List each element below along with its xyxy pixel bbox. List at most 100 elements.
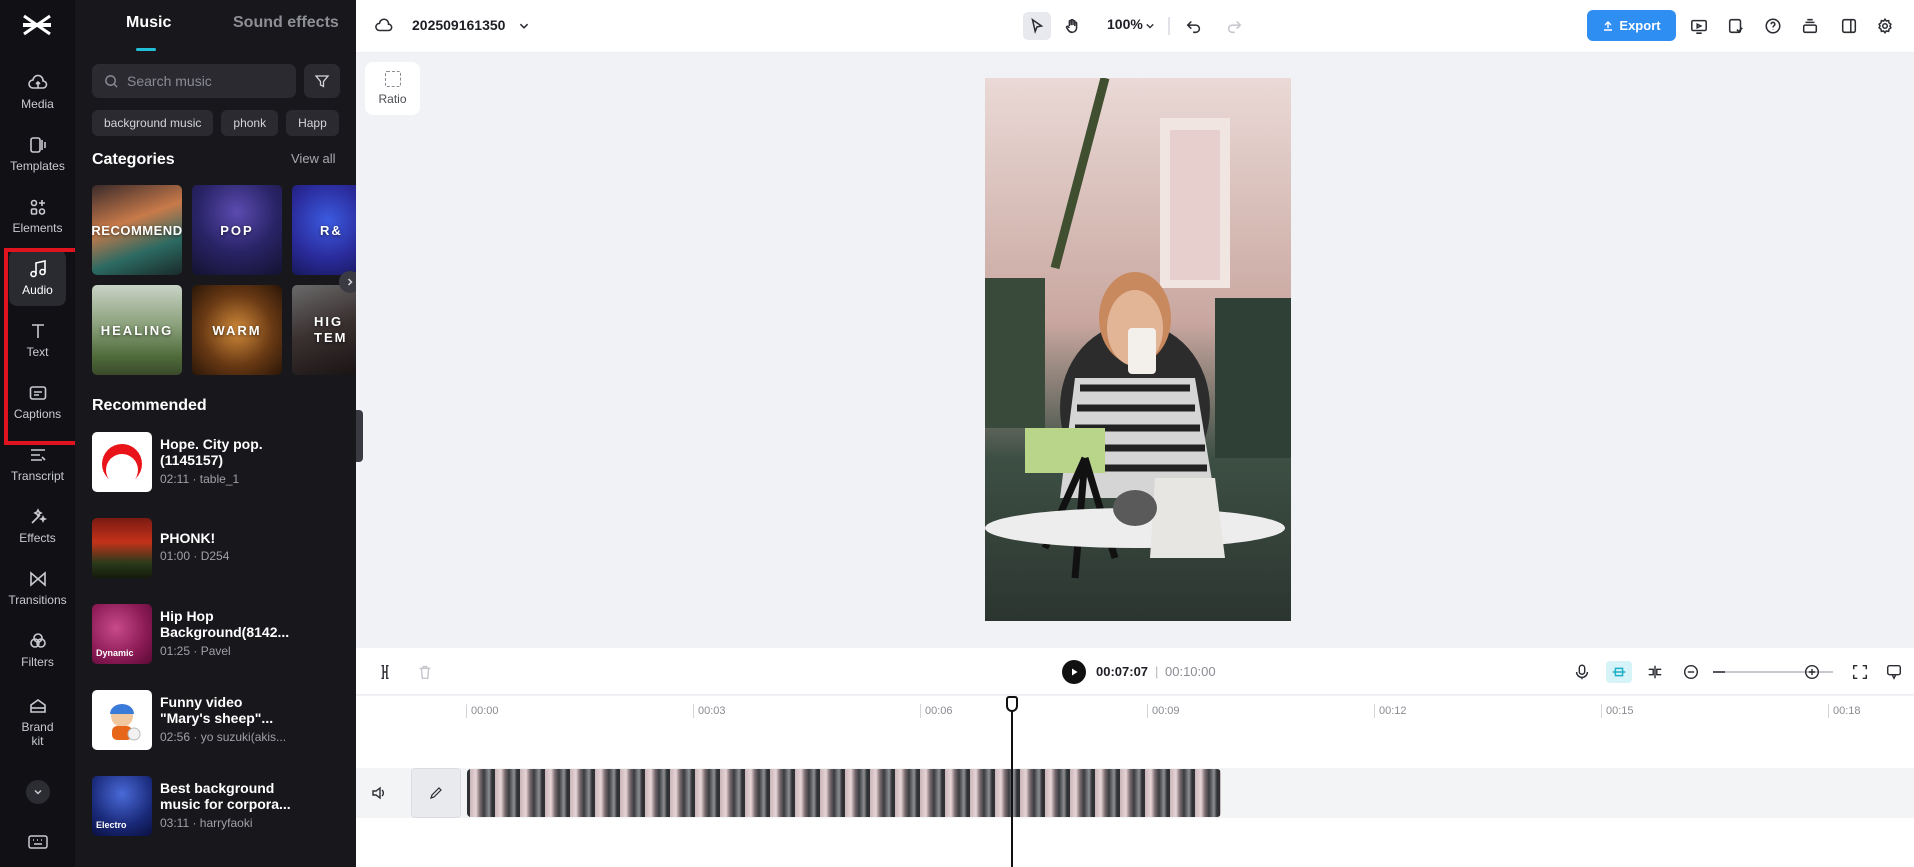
- total-duration: 00:10:00: [1165, 664, 1216, 679]
- list-item[interactable]: Funny video "Mary's sheep"... 02:56 · yo…: [92, 690, 356, 750]
- playhead[interactable]: [1011, 696, 1013, 867]
- rail-label: Media: [21, 97, 54, 111]
- project-menu-button[interactable]: [514, 12, 534, 40]
- search-icon: [105, 74, 118, 88]
- category-card[interactable]: RECOMMEND: [92, 185, 182, 275]
- tab-sound-effects[interactable]: Sound effects: [233, 14, 339, 32]
- redo-button[interactable]: [1220, 12, 1248, 40]
- chip[interactable]: background music: [92, 110, 214, 136]
- text-icon: [31, 324, 44, 338]
- category-card[interactable]: WARM: [192, 285, 282, 375]
- playhead-handle[interactable]: [1006, 696, 1018, 712]
- panel-collapse-handle[interactable]: [356, 410, 363, 462]
- track-thumbnail: Dynamic: [92, 604, 152, 664]
- transcript-icon: [30, 449, 46, 461]
- capcut-logo-icon[interactable]: [20, 12, 54, 38]
- layers-button[interactable]: [1796, 12, 1824, 40]
- rail-item-elements[interactable]: Elements: [9, 188, 66, 244]
- project-name[interactable]: 202509161350: [412, 17, 505, 33]
- record-voice-button[interactable]: [1571, 661, 1593, 683]
- categories-next-button[interactable]: [339, 271, 356, 293]
- template-icon: [29, 137, 46, 153]
- help-button[interactable]: [1759, 12, 1787, 40]
- volume-icon[interactable]: [370, 784, 388, 802]
- pencil-icon: [430, 787, 442, 799]
- search-box: [92, 64, 296, 98]
- cloud-icon: [375, 18, 393, 32]
- chevron-down-icon: [34, 789, 42, 795]
- rail-item-media[interactable]: Media: [9, 64, 66, 120]
- rail-item-audio[interactable]: Audio: [9, 250, 66, 306]
- undo-button[interactable]: [1180, 12, 1208, 40]
- track-meta: 01:00 · D254: [160, 549, 230, 563]
- cloud-save-button[interactable]: [370, 12, 398, 40]
- rail-item-filters[interactable]: Filters: [9, 622, 66, 678]
- feedback-button[interactable]: [1883, 661, 1905, 683]
- select-tool-button[interactable]: [1023, 12, 1051, 40]
- rail-item-effects[interactable]: Effects: [9, 498, 66, 554]
- video-preview[interactable]: [985, 78, 1291, 621]
- zoom-in-button[interactable]: [1801, 661, 1823, 683]
- rail-item-brand-kit[interactable]: Brand kit: [9, 690, 66, 754]
- filter-button[interactable]: [304, 64, 340, 98]
- list-item[interactable]: PHONK! 01:00 · D254: [92, 518, 356, 578]
- delete-button[interactable]: [414, 661, 436, 683]
- ruler-tick: 00:09: [1147, 704, 1180, 718]
- chip[interactable]: phonk: [221, 110, 279, 136]
- layout-button[interactable]: [1835, 12, 1863, 40]
- suggestion-chips: background music phonk Happ: [92, 110, 356, 136]
- rail-label: Effects: [19, 531, 56, 545]
- category-label: WARM: [212, 322, 262, 338]
- monitor-play-icon: [1691, 19, 1707, 34]
- edit-cover-button[interactable]: [411, 768, 461, 818]
- list-item[interactable]: Dynamic Hip Hop Background(8142... 01:25…: [92, 604, 356, 664]
- auto-snap-toggle[interactable]: [1606, 661, 1632, 683]
- rail-item-transcript[interactable]: Transcript: [9, 436, 66, 492]
- timeline[interactable]: 00:00 00:03 00:06 00:09 00:12 00:15 00:1…: [356, 696, 1914, 867]
- rail-label: Filters: [21, 655, 54, 669]
- rail-item-transitions[interactable]: Transitions: [8, 560, 67, 616]
- split-panel-icon: [1841, 18, 1857, 34]
- hand-tool-button[interactable]: [1059, 12, 1087, 40]
- split-button[interactable]: [374, 661, 396, 683]
- effects-icon: [30, 508, 47, 524]
- time-separator: |: [1155, 664, 1159, 679]
- cloud-upload-icon: [27, 74, 47, 89]
- category-card[interactable]: POP: [192, 185, 282, 275]
- zoom-menu-button[interactable]: [1142, 12, 1158, 40]
- category-card[interactable]: R&: [292, 185, 356, 275]
- help-circle-icon: [1765, 18, 1781, 34]
- keyboard-shortcuts-icon[interactable]: [26, 832, 50, 852]
- search-input[interactable]: [127, 73, 277, 89]
- microphone-icon: [1575, 664, 1589, 680]
- review-button[interactable]: [1722, 12, 1750, 40]
- top-bar: 202509161350 100% Export: [356, 0, 1914, 53]
- video-frame-image: [985, 78, 1291, 621]
- track-thumbnail: Electro: [92, 776, 152, 836]
- category-label: HIG TEM: [314, 314, 348, 345]
- rail-item-text[interactable]: Text: [9, 312, 66, 368]
- list-item[interactable]: Electro Best background music for corpor…: [92, 776, 356, 836]
- fit-timeline-button[interactable]: [1849, 661, 1871, 683]
- link-tracks-button[interactable]: [1644, 661, 1666, 683]
- ratio-button[interactable]: Ratio: [365, 62, 420, 115]
- rail-label: Elements: [12, 221, 63, 235]
- zoom-out-button[interactable]: [1680, 661, 1702, 683]
- ratio-icon: [384, 71, 401, 87]
- list-item[interactable]: Hope. City pop.(1145157) 02:11 · table_1: [92, 432, 356, 492]
- video-clip[interactable]: [467, 769, 1221, 817]
- export-button[interactable]: Export: [1587, 10, 1676, 41]
- tab-music[interactable]: Music: [126, 14, 171, 32]
- zoom-in-icon: [1804, 664, 1820, 680]
- rail-item-templates[interactable]: Templates: [9, 126, 66, 182]
- more-tools-button[interactable]: [26, 780, 50, 804]
- settings-button[interactable]: [1871, 12, 1899, 40]
- play-button[interactable]: [1062, 660, 1086, 684]
- chip[interactable]: Happ: [286, 110, 339, 136]
- zoom-level[interactable]: 100%: [1107, 16, 1143, 32]
- present-button[interactable]: [1685, 12, 1713, 40]
- view-all-link[interactable]: View all: [291, 151, 336, 166]
- rail-item-captions[interactable]: Captions: [9, 374, 66, 430]
- category-card[interactable]: HIG TEM: [292, 285, 356, 375]
- category-card[interactable]: HEALING: [92, 285, 182, 375]
